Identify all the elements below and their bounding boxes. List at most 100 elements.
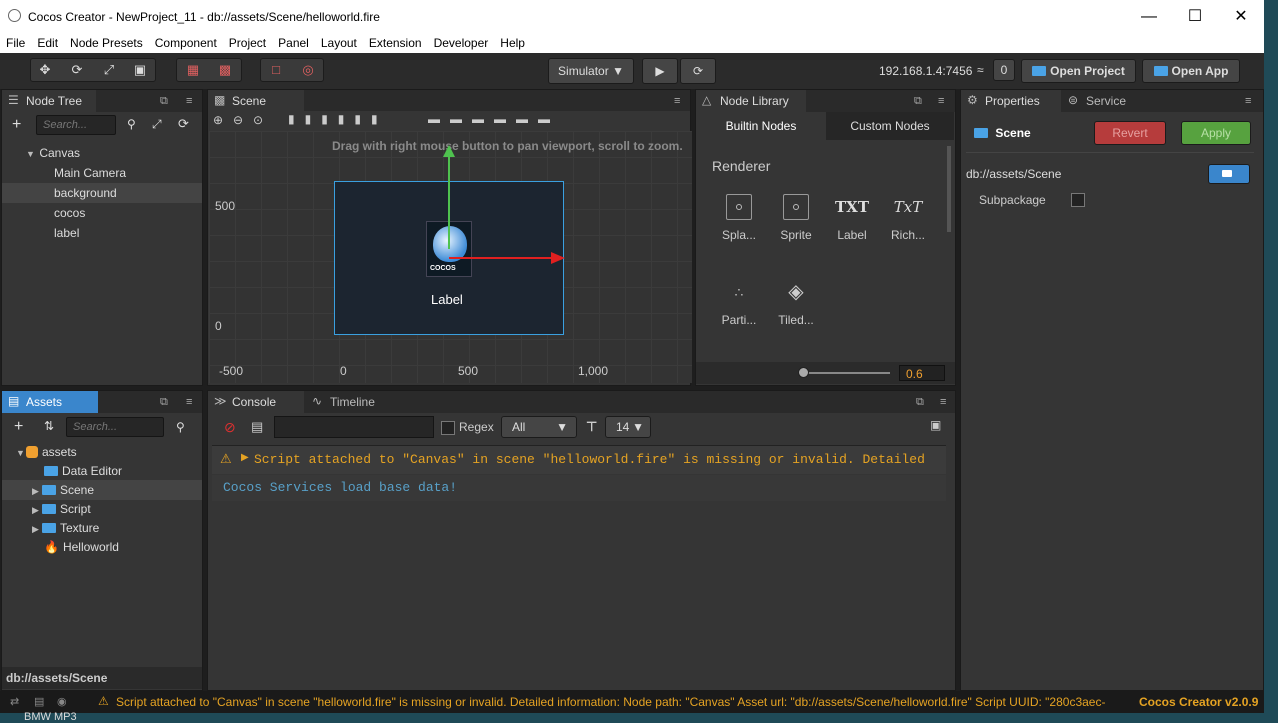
popout-icon[interactable]: ⧉ xyxy=(916,396,924,409)
lib-item-label-node[interactable]: TXT Label xyxy=(828,194,876,242)
gizmo-y-axis[interactable] xyxy=(448,149,450,249)
builtin-nodes-tab[interactable]: Builtin Nodes xyxy=(697,112,825,140)
tab-node-tree[interactable]: ☰ Node Tree xyxy=(2,90,96,112)
lib-item-sprite[interactable]: Sprite xyxy=(772,194,820,242)
zoom-slider-handle[interactable] xyxy=(798,367,809,378)
tree-item-canvas[interactable]: ▼ Canvas xyxy=(2,143,202,163)
menu-developer[interactable]: Developer xyxy=(428,34,495,52)
refresh-button[interactable]: ⟳ xyxy=(680,58,716,84)
minimize-button[interactable]: — xyxy=(1126,0,1172,34)
asset-search-input[interactable]: Search... xyxy=(66,417,164,437)
menu-icon[interactable]: ≡ xyxy=(938,95,944,107)
popout-icon[interactable]: ⧉ xyxy=(160,95,168,108)
search-icon[interactable]: ⚲ xyxy=(176,420,185,434)
menu-panel[interactable]: Panel xyxy=(272,34,315,52)
rect-tool-icon[interactable]: ▣ xyxy=(132,62,148,78)
align-tools-icon[interactable]: ▮▮▮▮▮▮ xyxy=(288,112,388,126)
expand-arrow-icon[interactable]: ▶ xyxy=(241,452,249,463)
asset-root[interactable]: ▼ assets xyxy=(2,442,202,462)
zoom-slider-track[interactable] xyxy=(802,372,890,374)
log-level-dropdown[interactable]: All ▼ xyxy=(501,416,577,438)
tab-node-library[interactable]: △ Node Library xyxy=(696,90,806,112)
menu-icon[interactable]: ≡ xyxy=(186,396,192,408)
gizmo-x-axis[interactable] xyxy=(449,257,551,259)
tab-properties[interactable]: ⚙ Properties xyxy=(961,90,1061,112)
collapse-icon[interactable]: ▣ xyxy=(930,418,941,432)
transfer-icon[interactable]: ⇄ xyxy=(10,695,19,708)
distribute-tools-icon[interactable]: ▬▬▬▬▬▬ xyxy=(428,112,560,126)
add-node-icon[interactable]: + xyxy=(12,116,21,134)
asset-helloworld[interactable]: 🔥 Helloworld xyxy=(2,537,202,557)
popout-icon[interactable]: ⧉ xyxy=(914,95,922,108)
scale-tool-icon[interactable]: ⤢ xyxy=(101,62,117,78)
asset-script[interactable]: ▶ Script xyxy=(2,499,202,519)
regex-checkbox[interactable] xyxy=(441,421,455,435)
subpackage-checkbox[interactable] xyxy=(1071,193,1085,207)
zoom-out-icon[interactable]: ⊖ xyxy=(233,113,243,127)
custom-nodes-tab[interactable]: Custom Nodes xyxy=(826,112,954,140)
lib-item-richtext[interactable]: TxT Rich... xyxy=(884,194,932,242)
asset-texture[interactable]: ▶ Texture xyxy=(2,518,202,538)
open-folder-button[interactable] xyxy=(1208,164,1250,184)
lib-item-tiledmap[interactable]: ◈ Tiled... xyxy=(772,279,820,327)
search-icon[interactable]: ⚲ xyxy=(127,117,136,131)
clear-console-icon[interactable]: ⊘ xyxy=(224,419,236,436)
sort-icon[interactable]: ⇅ xyxy=(44,419,54,433)
popout-icon[interactable]: ⧉ xyxy=(160,396,168,409)
zoom-in-icon[interactable]: ⊕ xyxy=(213,113,223,127)
zoom-reset-icon[interactable]: ⊙ xyxy=(253,113,263,127)
tab-timeline[interactable]: ∿ Timeline xyxy=(306,391,402,413)
tree-item-cocos[interactable]: cocos xyxy=(2,203,202,223)
tab-scene[interactable]: ▩ Scene xyxy=(208,90,304,112)
menu-edit[interactable]: Edit xyxy=(31,34,64,52)
connection-count[interactable]: 0 xyxy=(993,59,1015,81)
menu-node-presets[interactable]: Node Presets xyxy=(64,34,149,52)
open-project-button[interactable]: Open Project xyxy=(1021,59,1136,83)
tab-assets[interactable]: ▤ Assets xyxy=(2,391,98,413)
screen-icon[interactable]: □ xyxy=(268,62,284,78)
gizmo-x-arrow-icon[interactable] xyxy=(551,252,565,264)
console-filter-input[interactable] xyxy=(274,416,434,438)
asset-scene[interactable]: ▶ Scene xyxy=(2,480,202,500)
tree-item-label[interactable]: label xyxy=(2,223,202,243)
revert-button[interactable]: Revert xyxy=(1094,121,1166,145)
eye-icon[interactable]: ◉ xyxy=(57,695,67,708)
expand-icon[interactable]: ⤢ xyxy=(152,117,162,132)
asset-data-editor[interactable]: Data Editor xyxy=(2,461,202,481)
menu-layout[interactable]: Layout xyxy=(315,34,363,52)
open-app-button[interactable]: Open App xyxy=(1142,59,1240,83)
record-icon[interactable]: ◎ xyxy=(300,62,316,78)
add-asset-icon[interactable]: + xyxy=(14,418,23,436)
pivot-icon[interactable]: ▦ xyxy=(185,62,201,78)
tab-console[interactable]: ≫ Console xyxy=(208,391,304,413)
open-log-icon[interactable]: ▤ xyxy=(251,419,263,435)
node-search-input[interactable]: Search... xyxy=(36,115,116,135)
font-size-dropdown[interactable]: 14 ▼ xyxy=(605,416,651,438)
maximize-button[interactable]: ☐ xyxy=(1172,0,1218,34)
zoom-value-input[interactable]: 0.6 xyxy=(899,365,945,381)
tree-item-background[interactable]: background xyxy=(2,183,202,203)
menu-project[interactable]: Project xyxy=(223,34,272,52)
label-node[interactable]: Label xyxy=(431,292,463,307)
menu-help[interactable]: Help xyxy=(494,34,531,52)
gizmo-y-arrow-icon[interactable] xyxy=(443,145,455,157)
tree-item-main-camera[interactable]: Main Camera xyxy=(2,163,202,183)
lib-item-splash[interactable]: Spla... xyxy=(715,194,763,242)
close-button[interactable]: ✕ xyxy=(1218,0,1264,34)
menu-icon[interactable]: ≡ xyxy=(1245,95,1251,107)
menu-file[interactable]: File xyxy=(0,34,31,52)
tab-service[interactable]: ⊜ Service xyxy=(1062,90,1158,112)
scene-viewport[interactable]: Drag with right mouse button to pan view… xyxy=(209,131,692,383)
library-scrollbar[interactable] xyxy=(947,146,951,232)
menu-component[interactable]: Component xyxy=(149,34,223,52)
simulator-dropdown[interactable]: Simulator ▼ xyxy=(548,58,634,84)
rotate-tool-icon[interactable]: ⟳ xyxy=(69,62,85,78)
move-tool-icon[interactable]: ✥ xyxy=(37,62,53,78)
menu-icon[interactable]: ≡ xyxy=(940,396,946,408)
global-icon[interactable]: ▩ xyxy=(217,62,233,78)
refresh-icon[interactable]: ⟳ xyxy=(178,116,189,132)
menu-icon[interactable]: ≡ xyxy=(674,95,680,107)
lib-item-particle[interactable]: ∴ Parti... xyxy=(715,279,763,327)
database-icon[interactable]: ▤ xyxy=(34,695,44,708)
menu-icon[interactable]: ≡ xyxy=(186,95,192,107)
